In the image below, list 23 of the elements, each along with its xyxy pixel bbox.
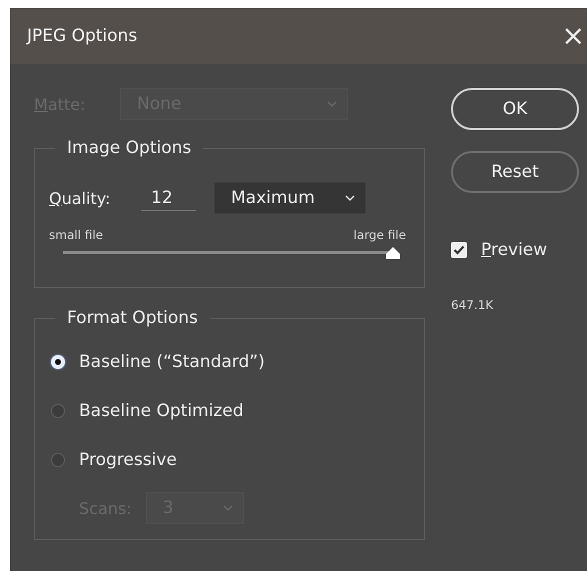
slider-max-label: large file — [354, 228, 406, 242]
close-button[interactable]: × — [560, 22, 587, 50]
group-title: Format Options — [55, 308, 210, 328]
preview-label[interactable]: Preview — [481, 240, 548, 260]
dialog-button[interactable]: OK — [451, 88, 579, 130]
dialog-button[interactable]: Reset — [451, 151, 579, 193]
slider-min-label: small file — [49, 228, 104, 242]
radio-label[interactable]: Progressive — [79, 450, 177, 470]
radio-button[interactable] — [51, 404, 65, 418]
radio-label[interactable]: Baseline (“Standard”) — [79, 352, 265, 372]
quality-dropdown[interactable]: Maximum — [214, 182, 366, 214]
chevron-down-icon — [327, 101, 337, 107]
quality-label: Quality: — [49, 188, 112, 208]
radio-label[interactable]: Baseline Optimized — [79, 400, 244, 420]
slider-thumb[interactable] — [385, 246, 401, 260]
quality-input[interactable]: 12 — [141, 186, 196, 210]
radio-button[interactable] — [51, 452, 65, 466]
group-title: Image Options — [55, 138, 204, 158]
window-title: JPEG Options — [27, 26, 138, 46]
preview-checkbox[interactable] — [451, 242, 467, 258]
file-size: 647.1K — [451, 298, 494, 312]
chevron-down-icon — [222, 505, 233, 511]
chevron-down-icon — [345, 195, 355, 201]
